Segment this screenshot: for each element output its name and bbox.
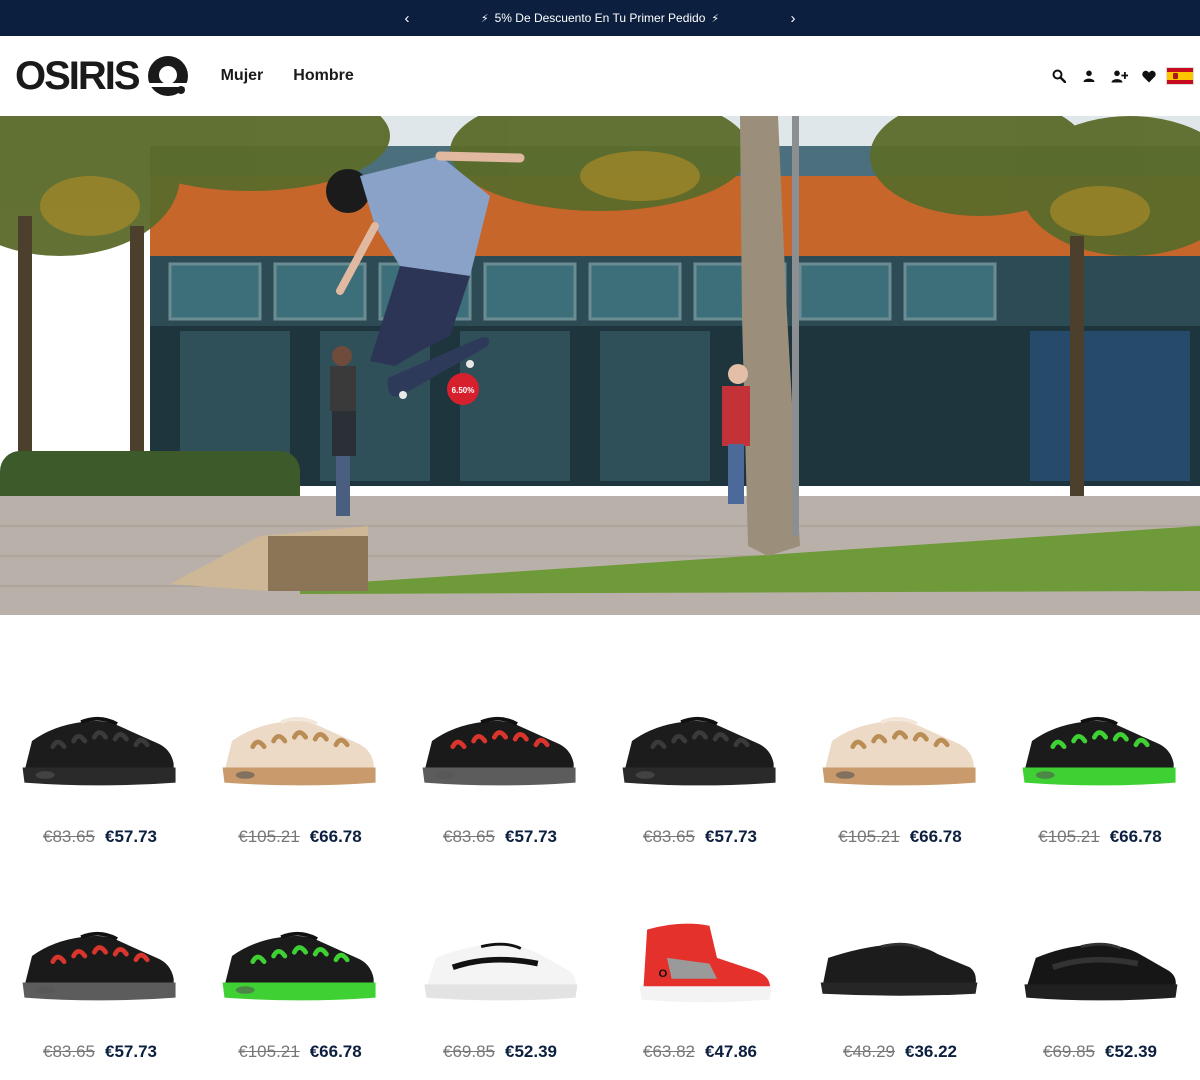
add-user-icon[interactable]	[1104, 61, 1134, 91]
sneaker-image	[820, 942, 978, 996]
product-image[interactable]: O	[600, 900, 800, 1030]
product-card[interactable]: €105.21 €66.78	[200, 685, 400, 847]
product-prices: €83.65 €57.73	[400, 827, 600, 847]
spain-flag-icon	[1166, 67, 1194, 85]
product-prices: €105.21 €66.78	[200, 1042, 400, 1062]
sneaker-image	[22, 716, 176, 786]
logo-mark-icon	[146, 56, 189, 96]
sale-price: €47.86	[705, 1042, 757, 1061]
announcement-text: 5% De Descuento En Tu Primer Pedido	[494, 11, 706, 25]
original-price: €105.21	[238, 827, 300, 846]
sale-price: €57.73	[105, 1042, 157, 1061]
product-prices: €105.21 €66.78	[200, 827, 400, 847]
lightning-bolt-icon: ⚡	[480, 12, 489, 25]
product-image[interactable]	[0, 900, 200, 1030]
sneaker-image	[222, 931, 376, 1001]
product-prices: €83.65 €57.73	[600, 827, 800, 847]
product-image[interactable]	[0, 685, 200, 815]
search-icon[interactable]	[1044, 61, 1074, 91]
nav-mujer[interactable]: Mujer	[221, 67, 264, 85]
header-icons	[1044, 36, 1194, 116]
user-icon[interactable]	[1074, 61, 1104, 91]
product-prices: €69.85 €52.39	[400, 1042, 600, 1062]
sale-price: €57.73	[105, 827, 157, 846]
original-price: €69.85	[1043, 1042, 1095, 1061]
product-prices: €69.85 €52.39	[1000, 1042, 1200, 1062]
original-price: €105.21	[838, 827, 900, 846]
product-image[interactable]	[600, 685, 800, 815]
product-card[interactable]: €83.65 €57.73	[0, 685, 200, 847]
nav-hombre[interactable]: Hombre	[293, 67, 353, 85]
chevron-left-icon[interactable]: ‹	[395, 0, 419, 36]
sale-price: €52.39	[505, 1042, 557, 1061]
product-card[interactable]: €83.65 €57.73	[0, 900, 200, 1062]
hero-sticker-text: 6.50%	[452, 386, 475, 395]
sale-price: €66.78	[309, 1042, 362, 1061]
product-grid: €83.65 €57.73 €105.21 €66.78 €83.65 €57.…	[0, 615, 1200, 1080]
product-card[interactable]: €69.85 €52.39	[400, 900, 600, 1062]
sale-price: €57.73	[505, 827, 557, 846]
product-card[interactable]: €105.21 €66.78	[200, 900, 400, 1062]
product-prices: €63.82 €47.86	[600, 1042, 800, 1062]
product-image[interactable]	[1000, 900, 1200, 1030]
product-image[interactable]	[200, 900, 400, 1030]
sneaker-image: O	[639, 923, 772, 1003]
product-card[interactable]: €69.85 €52.39	[1000, 900, 1200, 1062]
original-price: €83.65	[443, 827, 495, 846]
product-image[interactable]	[200, 685, 400, 815]
product-prices: €83.65 €57.73	[0, 1042, 200, 1062]
announcement-bar: ‹ ⚡ 5% De Descuento En Tu Primer Pedido …	[0, 0, 1200, 36]
product-card[interactable]: €105.21 €66.78	[1000, 685, 1200, 847]
chevron-right-icon[interactable]: ›	[781, 0, 805, 36]
sneaker-image	[1024, 942, 1178, 1001]
sale-price: €66.78	[309, 827, 362, 846]
sale-price: €66.78	[909, 827, 962, 846]
logo-wordmark: OSIRIS	[15, 54, 141, 98]
product-image[interactable]	[400, 685, 600, 815]
product-card[interactable]: €48.29 €36.22	[800, 900, 1000, 1062]
product-prices: €105.21 €66.78	[1000, 827, 1200, 847]
sneaker-image	[822, 716, 976, 786]
site-header: OSIRIS Mujer Hombre	[0, 36, 1200, 116]
product-card[interactable]: €105.21 €66.78	[800, 685, 1000, 847]
original-price: €63.82	[643, 1042, 695, 1061]
product-card[interactable]: €83.65 €57.73	[400, 685, 600, 847]
hero-banner[interactable]: 6.50%	[0, 116, 1200, 615]
sneaker-image	[1022, 716, 1176, 786]
hero-skateboarding-photo: 6.50%	[0, 116, 1200, 615]
product-prices: €48.29 €36.22	[800, 1042, 1000, 1062]
sneaker-image	[422, 716, 576, 786]
product-card[interactable]: O €63.82 €47.86	[600, 900, 800, 1062]
lightning-bolt-icon: ⚡	[711, 12, 720, 25]
language-selector[interactable]	[1164, 61, 1194, 91]
sale-price: €36.22	[905, 1042, 957, 1061]
original-price: €48.29	[843, 1042, 895, 1061]
product-image[interactable]	[800, 900, 1000, 1030]
sneaker-image	[22, 931, 176, 1001]
heart-icon[interactable]	[1134, 61, 1164, 91]
svg-text:O: O	[658, 968, 667, 980]
original-price: €105.21	[238, 1042, 300, 1061]
sneaker-image	[622, 716, 776, 786]
original-price: €83.65	[43, 827, 95, 846]
sneaker-image	[222, 716, 376, 786]
main-nav: Mujer Hombre	[221, 67, 354, 85]
original-price: €69.85	[443, 1042, 495, 1061]
original-price: €105.21	[1038, 827, 1100, 846]
product-card[interactable]: €83.65 €57.73	[600, 685, 800, 847]
product-prices: €105.21 €66.78	[800, 827, 1000, 847]
original-price: €83.65	[643, 827, 695, 846]
original-price: €83.65	[43, 1042, 95, 1061]
sale-price: €66.78	[1109, 827, 1162, 846]
product-image[interactable]	[400, 900, 600, 1030]
product-image[interactable]	[800, 685, 1000, 815]
product-prices: €83.65 €57.73	[0, 827, 200, 847]
brand-logo[interactable]: OSIRIS	[15, 54, 189, 98]
sale-price: €57.73	[705, 827, 757, 846]
product-image[interactable]	[1000, 685, 1200, 815]
sneaker-image	[424, 942, 578, 1001]
announcement-message[interactable]: ⚡ 5% De Descuento En Tu Primer Pedido ⚡	[481, 11, 719, 25]
sale-price: €52.39	[1105, 1042, 1157, 1061]
